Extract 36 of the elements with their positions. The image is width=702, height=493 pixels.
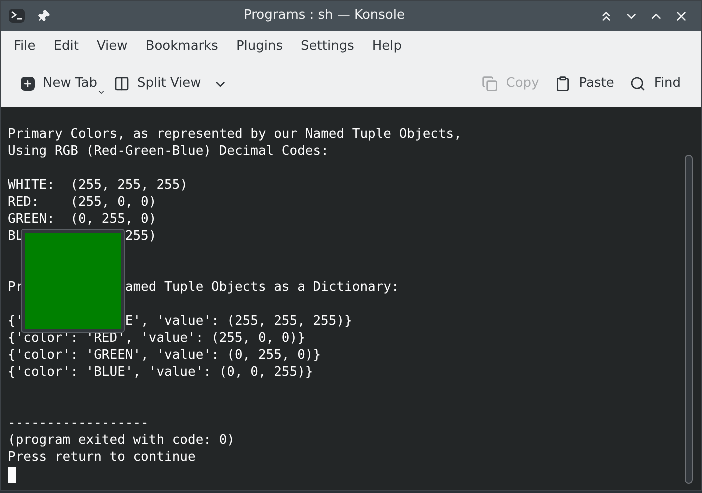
split-view-icon (114, 76, 130, 92)
paste-button[interactable]: Paste (547, 69, 622, 99)
menu-item[interactable]: File (5, 33, 45, 61)
menu-item[interactable]: Settings (292, 33, 364, 61)
menu-item[interactable]: Plugins (227, 33, 292, 61)
terminal-text: {'color': 'BLUE', 'value': (0, 0, 255)} (8, 364, 314, 381)
clipboard-icon (555, 76, 572, 92)
terminal-app-icon (9, 9, 25, 23)
menu-item[interactable]: Bookmarks (136, 33, 228, 61)
text-cursor (8, 466, 16, 482)
terminal-text: {' (8, 313, 24, 330)
terminal-text: GREEN: (0, 255, 0) (8, 211, 157, 228)
terminal-text: Primary Colors, as represented by our Named Tuple Objects, (8, 126, 462, 143)
menu-item[interactable]: Edit (44, 33, 88, 61)
terminal-text: RED: (255, 0, 0) (8, 194, 157, 211)
terminal-text: (program exited with code: 0) (8, 432, 235, 449)
menu-item[interactable]: View (88, 33, 137, 61)
search-icon (630, 76, 646, 92)
terminal-text: Using RGB (Red-Green-Blue) Decimal Codes: (8, 143, 329, 160)
new-tab-button[interactable]: New Tab (13, 69, 106, 99)
terminal-text: WHITE: (255, 255, 255) (8, 177, 188, 194)
copy-icon (482, 76, 498, 92)
terminal-text: BL (8, 228, 24, 245)
menu-item[interactable]: Help (363, 33, 411, 61)
terminal-text: Press return to continue (8, 449, 196, 466)
scrollbar[interactable] (685, 155, 693, 484)
new-tab-icon (21, 77, 35, 91)
terminal-text: amed Tuple Objects as a Dictionary: (125, 279, 400, 296)
find-button[interactable]: Find (622, 69, 689, 99)
split-button[interactable]: Split View (106, 69, 236, 99)
terminal-text: 255) (125, 228, 157, 245)
terminal-text: E', 'value': (255, 255, 255)} (125, 313, 352, 330)
caret-icon (96, 88, 106, 97)
terminal-text: ------------------ (8, 415, 149, 432)
window-title: Programs : sh — Konsole (243, 7, 406, 26)
terminal-text: {'color': 'GREEN', 'value': (0, 255, 0)} (8, 347, 322, 364)
